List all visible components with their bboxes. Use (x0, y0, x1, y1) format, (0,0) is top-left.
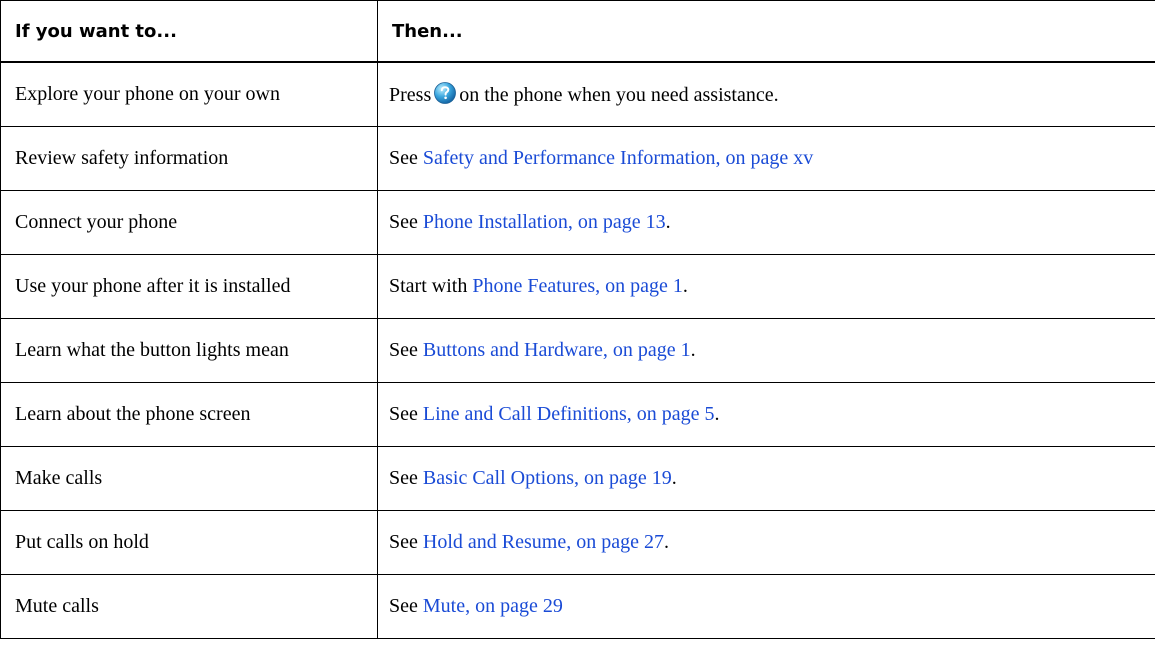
action-cell: Start with Phone Features, on page 1. (377, 254, 1155, 319)
table-row: Connect your phone See Phone Installatio… (0, 190, 1155, 255)
table-header-row: If you want to... Then... (0, 0, 1155, 63)
table-row: Learn what the button lights mean See Bu… (0, 318, 1155, 383)
action-suffix: . (682, 275, 688, 297)
task-cell: Explore your phone on your own (0, 61, 378, 127)
safety-info-link[interactable]: Safety and Performance Information, on p… (423, 147, 813, 169)
task-cell: Make calls (0, 446, 378, 511)
task-reference-table: If you want to... Then... Explore your p… (0, 0, 1155, 639)
task-cell: Learn about the phone screen (0, 382, 378, 447)
action-prefix: See (389, 531, 418, 553)
action-suffix: . (671, 467, 677, 489)
action-suffix: . (690, 339, 696, 361)
hold-resume-link[interactable]: Hold and Resume, on page 27 (423, 531, 664, 553)
action-cell: See Line and Call Definitions, on page 5… (377, 382, 1155, 447)
phone-installation-link[interactable]: Phone Installation, on page 13 (423, 211, 666, 233)
action-cell: See Safety and Performance Information, … (377, 126, 1155, 191)
buttons-hardware-link[interactable]: Buttons and Hardware, on page 1 (423, 339, 691, 361)
task-cell: Learn what the button lights mean (0, 318, 378, 383)
line-call-definitions-link[interactable]: Line and Call Definitions, on page 5 (423, 403, 715, 425)
action-cell: See Phone Installation, on page 13. (377, 190, 1155, 255)
table-row: Put calls on hold See Hold and Resume, o… (0, 510, 1155, 575)
table-row: Make calls See Basic Call Options, on pa… (0, 446, 1155, 511)
action-suffix: . (663, 531, 669, 553)
action-prefix: See (389, 211, 418, 233)
help-icon (434, 82, 457, 104)
table-row: Review safety information See Safety and… (0, 126, 1155, 191)
action-suffix: on the phone when you need assistance. (459, 84, 779, 106)
action-prefix: See (389, 339, 418, 361)
task-cell: Use your phone after it is installed (0, 254, 378, 319)
task-cell: Mute calls (0, 574, 378, 639)
action-prefix: See (389, 595, 418, 617)
table-row: Use your phone after it is installed Sta… (0, 254, 1155, 319)
table-row: Learn about the phone screen See Line an… (0, 382, 1155, 447)
table-row: Mute calls See Mute, on page 29 (0, 574, 1155, 639)
action-prefix: See (389, 403, 418, 425)
table-row: Explore your phone on your own Press on t… (0, 61, 1155, 127)
action-cell: See Buttons and Hardware, on page 1. (377, 318, 1155, 383)
basic-call-options-link[interactable]: Basic Call Options, on page 19 (423, 467, 672, 489)
action-prefix: See (389, 147, 418, 169)
header-if-you-want-to: If you want to... (0, 0, 378, 63)
header-then: Then... (377, 0, 1155, 63)
action-cell: See Basic Call Options, on page 19. (377, 446, 1155, 511)
mute-link[interactable]: Mute, on page 29 (423, 595, 563, 617)
action-cell: See Mute, on page 29 (377, 574, 1155, 639)
action-suffix: . (665, 211, 671, 233)
action-cell: See Hold and Resume, on page 27. (377, 510, 1155, 575)
action-prefix: See (389, 467, 418, 489)
phone-features-link[interactable]: Phone Features, on page 1 (472, 275, 683, 297)
task-cell: Review safety information (0, 126, 378, 191)
action-prefix: Start with (389, 275, 468, 297)
action-suffix: . (714, 403, 720, 425)
task-cell: Put calls on hold (0, 510, 378, 575)
action-prefix: Press (389, 84, 432, 106)
task-cell: Connect your phone (0, 190, 378, 255)
action-cell: Press on the phone when you need assistan… (377, 61, 1155, 127)
